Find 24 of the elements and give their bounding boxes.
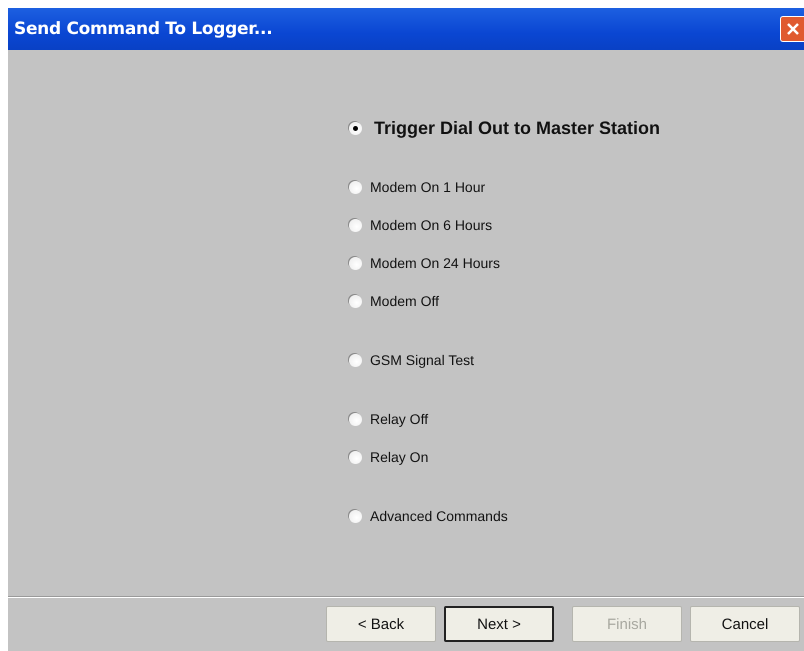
option-label: Advanced Commands [370, 508, 508, 524]
radio-button[interactable] [349, 354, 362, 366]
close-button[interactable] [780, 16, 804, 42]
close-icon [786, 22, 800, 36]
radio-button[interactable] [349, 180, 362, 194]
option-label: Trigger Dial Out to Master Station [374, 118, 660, 138]
radio-button[interactable] [349, 412, 362, 426]
option-label: Modem Off [370, 293, 439, 309]
radio-button[interactable] [349, 450, 362, 464]
option-label: Relay Off [370, 411, 428, 427]
radio-button[interactable] [349, 294, 362, 308]
radio-button[interactable] [349, 256, 362, 270]
option-label: Modem On 24 Hours [370, 255, 500, 271]
option-label: Modem On 1 Hour [370, 179, 486, 195]
radio-button[interactable] [349, 218, 362, 232]
radio-button[interactable] [349, 510, 362, 522]
radio-button[interactable] [349, 122, 362, 134]
option-label: Modem On 6 Hours [370, 217, 492, 233]
window-title: Send Command To Logger... [14, 19, 272, 39]
cancel-button[interactable]: Cancel [690, 606, 800, 642]
option-label: Relay On [370, 449, 428, 465]
option-label: GSM Signal Test [370, 352, 474, 368]
next-button[interactable]: Next > [444, 606, 554, 642]
back-button[interactable]: < Back [326, 606, 436, 642]
